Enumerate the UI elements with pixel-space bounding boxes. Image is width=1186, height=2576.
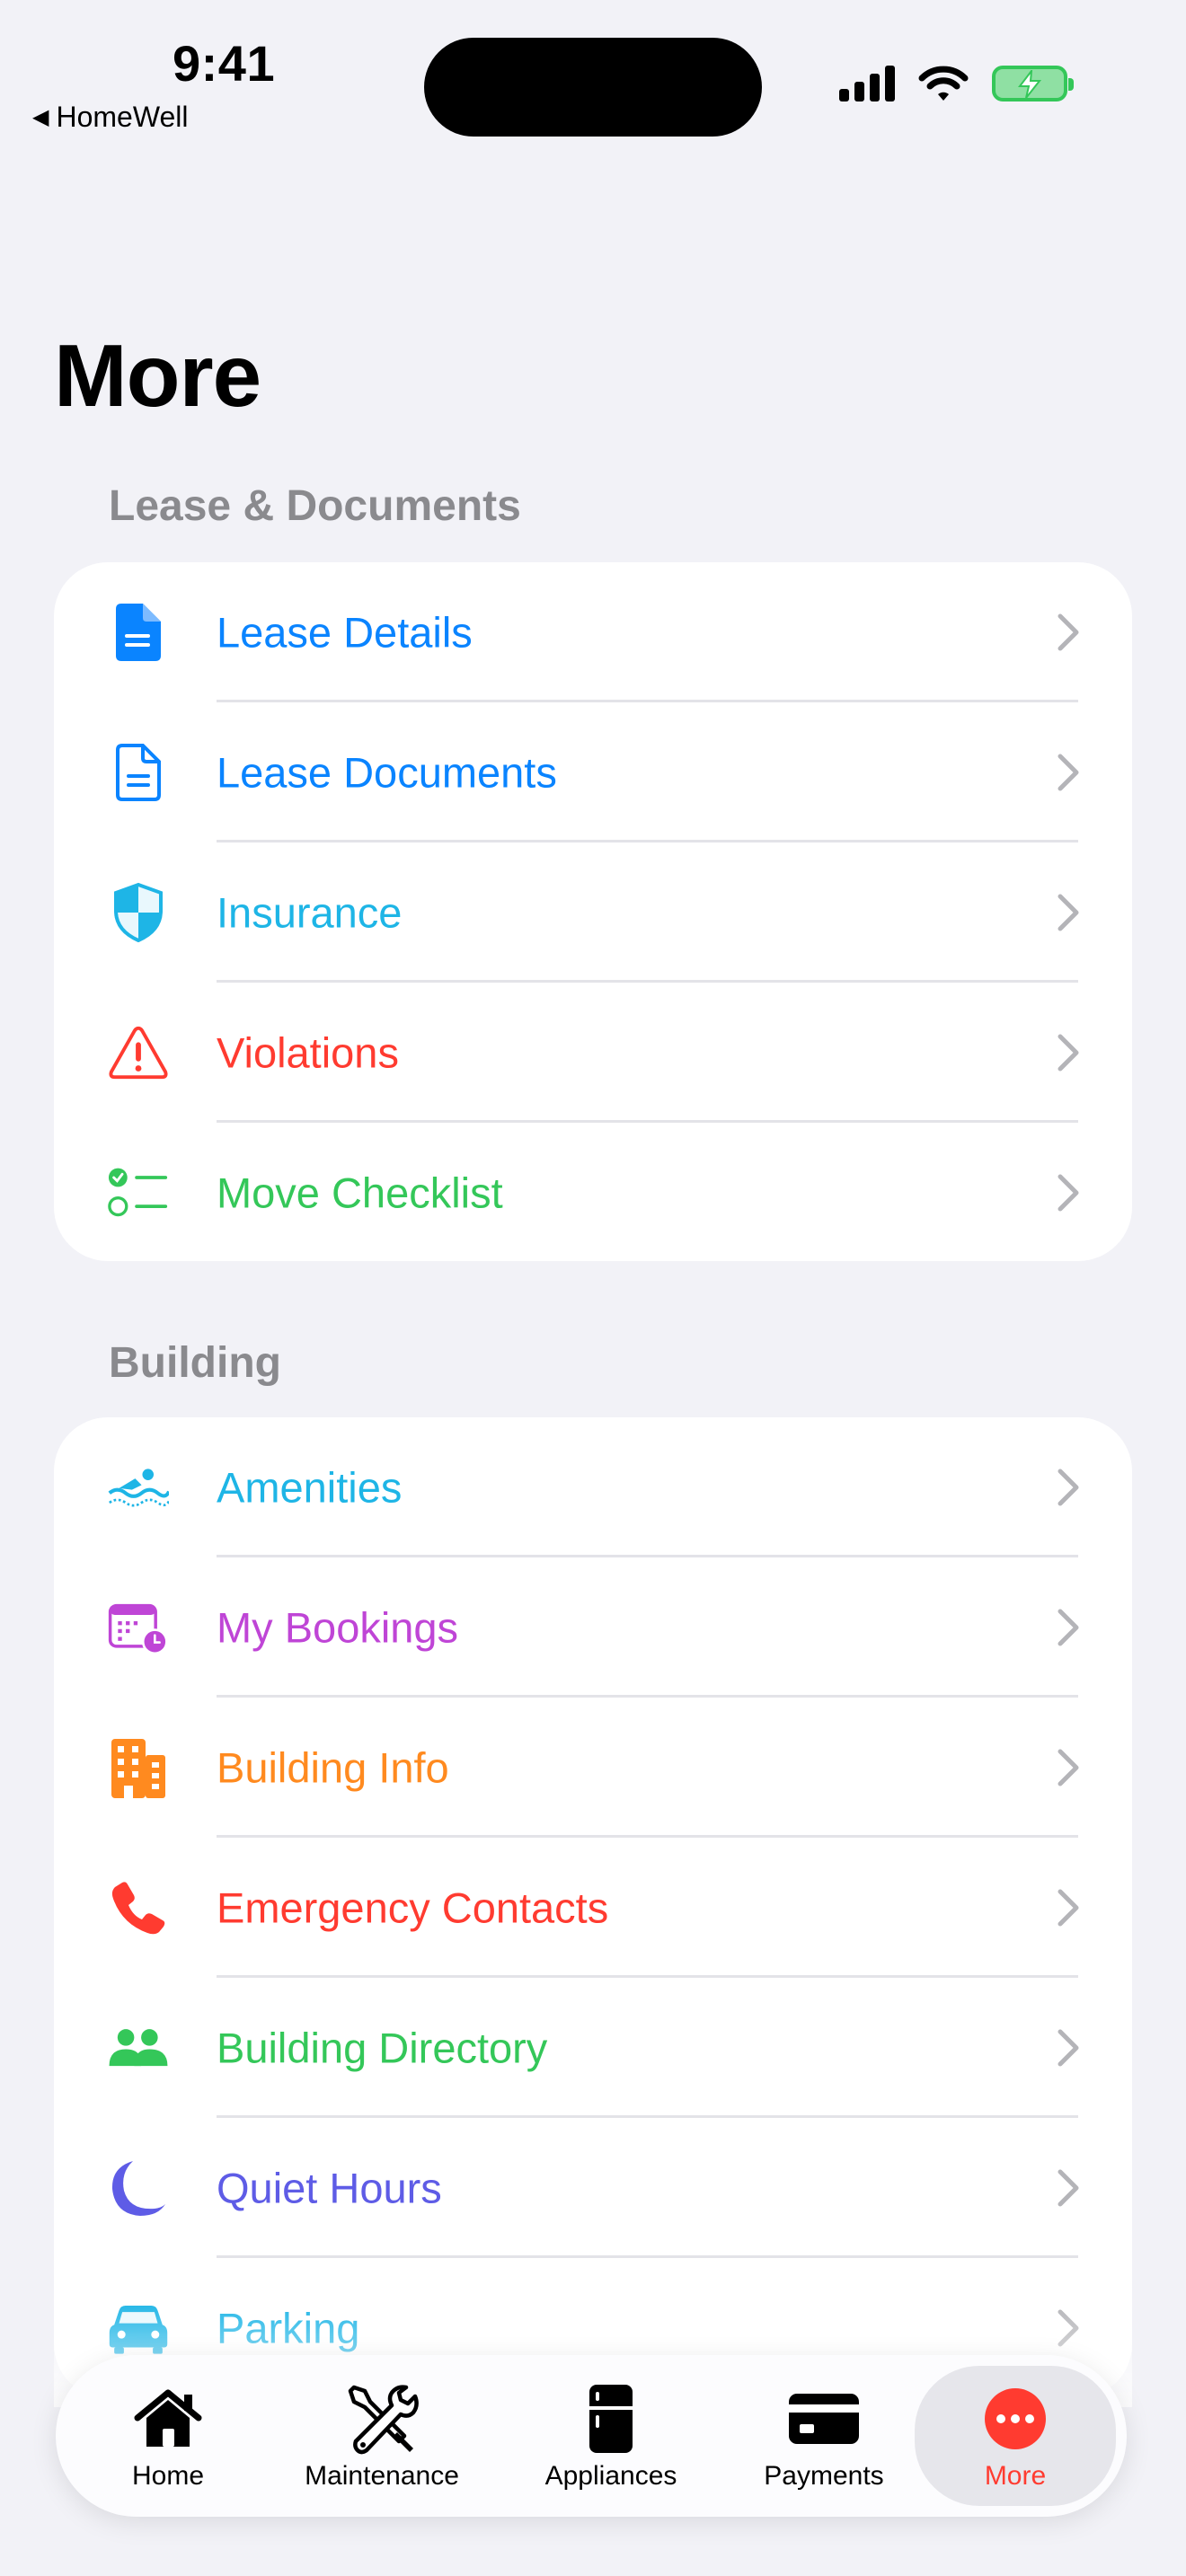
chevron-right-icon — [1058, 1609, 1079, 1646]
chevron-right-icon — [1058, 613, 1079, 651]
tab-label: Payments — [764, 2461, 884, 2491]
phone-icon — [108, 1877, 169, 1938]
chevron-right-icon — [1058, 1889, 1079, 1927]
battery-charging-icon — [992, 66, 1074, 101]
list-item-my-bookings[interactable]: My Bookings — [54, 1557, 1132, 1698]
tab-label: Appliances — [544, 2461, 677, 2491]
checklist-icon — [108, 1162, 169, 1223]
chevron-right-icon — [1058, 2309, 1079, 2347]
wifi-icon — [918, 66, 969, 101]
list-item-label: Amenities — [217, 1463, 403, 1512]
chevron-right-icon — [1058, 894, 1079, 931]
list-item-move-checklist[interactable]: Move Checklist — [54, 1123, 1132, 1261]
back-to-app-button[interactable]: ◀ HomeWell — [32, 101, 188, 134]
list-item-violations[interactable]: Violations — [54, 983, 1132, 1123]
car-icon — [108, 2298, 169, 2359]
tab-label: More — [984, 2461, 1047, 2491]
chevron-right-icon — [1058, 754, 1079, 791]
doc-outline-icon — [108, 742, 169, 803]
list-item-label: Insurance — [217, 888, 403, 937]
credit-card-icon — [787, 2380, 861, 2457]
lease-documents-card: Lease Details Lease Documents Insurance … — [54, 562, 1132, 1261]
chevron-right-icon — [1058, 1174, 1079, 1212]
more-icon — [983, 2380, 1048, 2457]
list-item-quiet-hours[interactable]: Quiet Hours — [54, 2118, 1132, 2258]
people-icon — [108, 2017, 169, 2078]
doc-filled-icon — [108, 602, 169, 663]
tab-maintenance[interactable]: Maintenance — [288, 2355, 476, 2517]
shield-icon — [108, 882, 169, 943]
cellular-signal-icon — [839, 66, 895, 101]
list-item-label: Lease Details — [217, 608, 473, 657]
building-icon — [108, 1737, 169, 1798]
tab-label: Maintenance — [305, 2461, 459, 2491]
tab-payments[interactable]: Payments — [748, 2355, 900, 2517]
building-card: Amenities My Bookings Building Info Emer… — [54, 1417, 1132, 2398]
tab-more[interactable]: More — [915, 2366, 1116, 2506]
list-item-label: Violations — [217, 1028, 399, 1077]
list-item-building-info[interactable]: Building Info — [54, 1698, 1132, 1838]
list-item-label: Lease Documents — [217, 748, 557, 797]
section-header-lease-documents: Lease & Documents — [109, 482, 521, 530]
moon-icon — [108, 2157, 169, 2219]
tab-appliances[interactable]: Appliances — [530, 2355, 692, 2517]
chevron-right-icon — [1058, 1034, 1079, 1072]
list-item-building-directory[interactable]: Building Directory — [54, 1978, 1132, 2118]
back-triangle-icon: ◀ — [32, 105, 49, 129]
calendar-clock-icon — [108, 1597, 169, 1658]
list-item-label: My Bookings — [217, 1603, 459, 1652]
chevron-right-icon — [1058, 2169, 1079, 2207]
status-time: 9:41 — [173, 35, 276, 92]
list-item-lease-details[interactable]: Lease Details — [54, 562, 1132, 702]
list-item-label: Move Checklist — [217, 1169, 503, 1217]
list-item-label: Emergency Contacts — [217, 1883, 609, 1932]
chevron-right-icon — [1058, 1749, 1079, 1786]
swimming-icon — [108, 1457, 169, 1518]
dynamic-island — [424, 38, 762, 137]
list-item-emergency-contacts[interactable]: Emergency Contacts — [54, 1838, 1132, 1978]
list-item-label: Parking — [217, 2304, 360, 2352]
list-item-insurance[interactable]: Insurance — [54, 842, 1132, 983]
warning-icon — [108, 1022, 169, 1083]
list-item-label: Building Directory — [217, 2024, 548, 2072]
tools-icon — [345, 2380, 419, 2457]
section-header-building: Building — [109, 1339, 281, 1387]
chevron-right-icon — [1058, 2029, 1079, 2067]
list-item-label: Building Info — [217, 1743, 449, 1792]
page-title: More — [54, 326, 261, 425]
status-indicators — [839, 65, 1074, 102]
house-icon — [132, 2380, 204, 2457]
list-item-label: Quiet Hours — [217, 2164, 442, 2212]
fridge-icon — [588, 2380, 634, 2457]
tab-bar: Home Maintenance Appliances Payments Mor… — [56, 2355, 1127, 2517]
tab-home[interactable]: Home — [101, 2355, 235, 2517]
list-item-amenities[interactable]: Amenities — [54, 1417, 1132, 1557]
back-app-label: HomeWell — [56, 101, 189, 133]
tab-label: Home — [131, 2461, 205, 2491]
list-item-lease-documents[interactable]: Lease Documents — [54, 702, 1132, 842]
chevron-right-icon — [1058, 1469, 1079, 1506]
